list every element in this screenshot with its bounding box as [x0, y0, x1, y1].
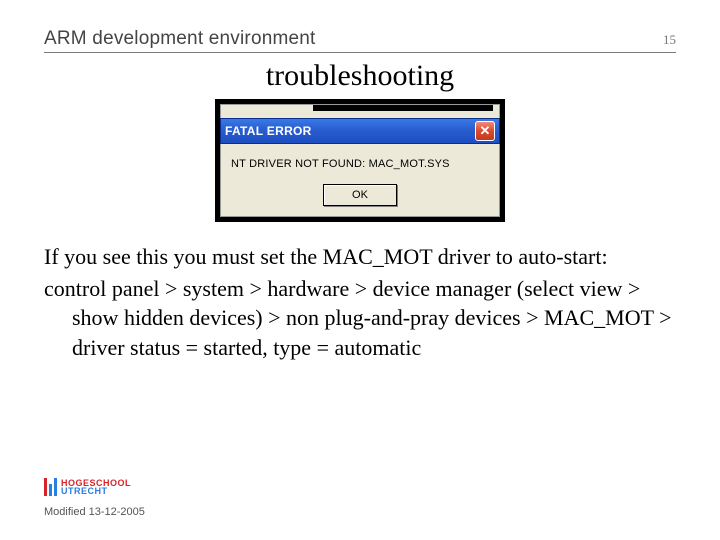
ok-button[interactable]: OK [323, 184, 397, 206]
dialog-message: NT DRIVER NOT FOUND: MAC_MOT.SYS [231, 158, 489, 170]
dialog-title: FATAL ERROR [225, 124, 312, 138]
body-paragraph-1: If you see this you must set the MAC_MOT… [44, 242, 676, 272]
cropped-window-strip [220, 104, 500, 118]
body-text: If you see this you must set the MAC_MOT… [44, 242, 676, 363]
logo-text: HOGESCHOOL UTRECHT [61, 479, 131, 495]
body-paragraph-2: control panel > system > hardware > devi… [44, 274, 676, 363]
close-icon: ✕ [480, 123, 491, 139]
logo-bar [54, 478, 57, 496]
footer-logo: HOGESCHOOL UTRECHT [44, 478, 131, 496]
slide-subtitle: troubleshooting [44, 59, 676, 93]
logo-bar [49, 484, 52, 496]
dialog-titlebar[interactable]: FATAL ERROR ✕ [220, 118, 500, 144]
screenshot-frame: FATAL ERROR ✕ NT DRIVER NOT FOUND: MAC_M… [215, 99, 505, 222]
screenshot-wrap: FATAL ERROR ✕ NT DRIVER NOT FOUND: MAC_M… [44, 99, 676, 222]
header-title: ARM development environment [44, 28, 316, 50]
dialog-body: NT DRIVER NOT FOUND: MAC_MOT.SYS OK [220, 144, 500, 217]
dialog-button-row: OK [231, 184, 489, 206]
close-button[interactable]: ✕ [475, 121, 495, 141]
slide-header: ARM development environment 15 [44, 28, 676, 53]
logo-bars-icon [44, 478, 57, 496]
modified-date: Modified 13-12-2005 [44, 506, 145, 518]
logo-bar [44, 478, 47, 496]
logo-line-2: UTRECHT [61, 487, 131, 495]
error-dialog: FATAL ERROR ✕ NT DRIVER NOT FOUND: MAC_M… [220, 104, 500, 217]
slide: ARM development environment 15 troublesh… [0, 0, 720, 540]
page-number: 15 [663, 32, 676, 48]
